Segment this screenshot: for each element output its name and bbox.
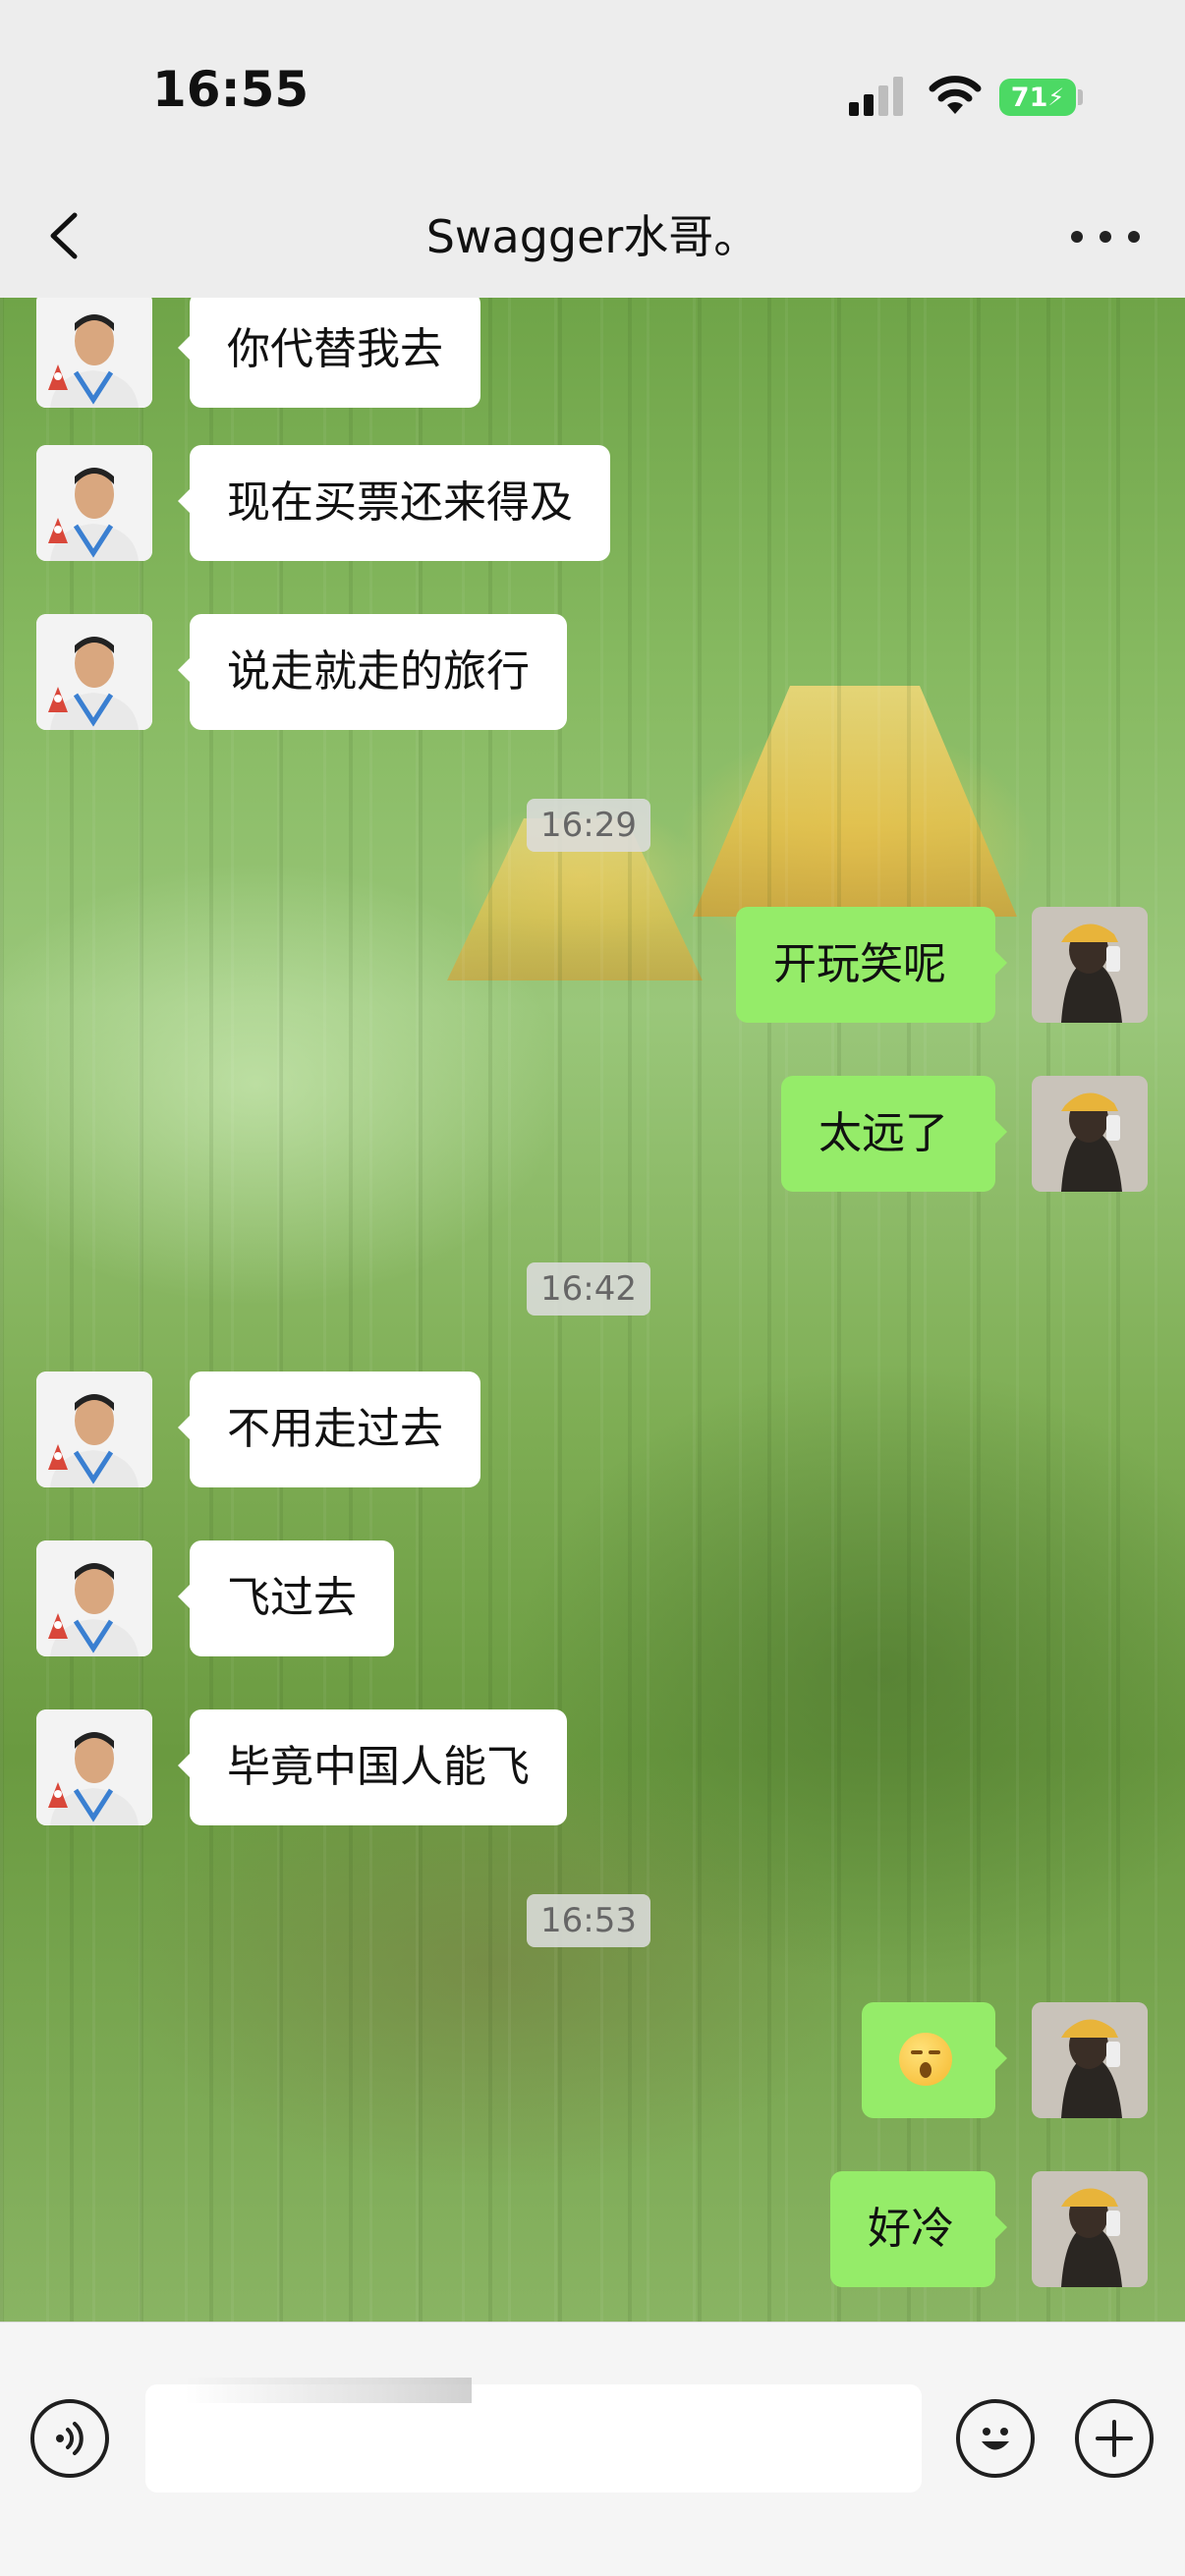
- avatar-image-icon: [1032, 2002, 1148, 2118]
- contact-message-bubble[interactable]: 现在买票还来得及: [178, 445, 610, 561]
- message-text: 你代替我去: [227, 324, 443, 374]
- contact-avatar[interactable]: [36, 614, 152, 730]
- more-functions-button[interactable]: [1075, 2399, 1154, 2478]
- chat-title: Swagger水哥。: [425, 210, 760, 263]
- chat-header: Swagger水哥。: [0, 172, 1185, 298]
- timestamp-label: 16:42: [527, 1262, 650, 1316]
- message-text: 现在买票还来得及: [227, 477, 573, 528]
- battery-indicator: 71 ⚡: [999, 79, 1076, 116]
- my-message-bubble[interactable]: 好冷: [830, 2171, 1007, 2287]
- voice-icon: [56, 2422, 84, 2455]
- input-placeholder-smudge: [185, 2378, 472, 2403]
- more-options-button[interactable]: [1071, 227, 1140, 247]
- message-text: 好冷: [868, 2204, 954, 2254]
- message-text: 毕竟中国人能飞: [227, 1742, 530, 1792]
- my-message-bubble[interactable]: 开玩笑呢: [736, 907, 1007, 1023]
- more-dot-icon: [1128, 231, 1140, 243]
- emoji-button[interactable]: [956, 2399, 1035, 2478]
- avatar-image-icon: [1032, 907, 1148, 1023]
- my-message-bubble[interactable]: [862, 2002, 1007, 2118]
- avatar-image-icon: [36, 1540, 152, 1656]
- contact-avatar[interactable]: [36, 445, 152, 561]
- battery-level: 71: [1010, 82, 1048, 113]
- message-text: 不用走过去: [227, 1404, 443, 1454]
- my-avatar[interactable]: [1032, 2171, 1148, 2287]
- message-text: 说走就走的旅行: [227, 646, 530, 697]
- contact-message-bubble[interactable]: 不用走过去: [178, 1372, 480, 1487]
- contact-avatar[interactable]: [36, 1372, 152, 1487]
- emoji-icon: [982, 2428, 1009, 2450]
- timestamp-label: 16:53: [527, 1894, 650, 1947]
- contact-message-bubble[interactable]: 毕竟中国人能飞: [178, 1709, 567, 1825]
- voice-input-button[interactable]: [30, 2399, 109, 2478]
- chat-message-list[interactable]: 你代替我去现在买票还来得及 说走就走的旅行 16:29 开玩笑呢太远了 16:42 不用走…: [0, 298, 1185, 2322]
- avatar-image-icon: [36, 1372, 152, 1487]
- my-avatar[interactable]: [1032, 907, 1148, 1023]
- wifi-icon: [929, 76, 982, 114]
- plus-icon: [1096, 2420, 1133, 2457]
- contact-avatar[interactable]: [36, 298, 152, 408]
- contact-message-bubble[interactable]: 你代替我去: [178, 298, 480, 408]
- message-text: 开玩笑呢: [773, 939, 946, 989]
- contact-message-bubble[interactable]: 说走就走的旅行: [178, 614, 567, 730]
- my-avatar[interactable]: [1032, 1076, 1148, 1192]
- more-dot-icon: [1100, 231, 1111, 243]
- status-bar: 16:55 71 ⚡: [0, 0, 1185, 172]
- timestamp-label: 16:29: [527, 799, 650, 852]
- my-avatar[interactable]: [1032, 2002, 1148, 2118]
- charging-bolt-icon: ⚡: [1047, 84, 1065, 111]
- my-message-bubble[interactable]: 太远了: [781, 1076, 1007, 1192]
- avatar-image-icon: [36, 298, 152, 408]
- input-bar: [0, 2322, 1185, 2576]
- status-time: 16:55: [152, 61, 310, 118]
- cellular-signal-icon: [849, 77, 903, 116]
- message-text: 太远了: [818, 1108, 948, 1158]
- message-text: 飞过去: [227, 1573, 357, 1623]
- contact-avatar[interactable]: [36, 1709, 152, 1825]
- contact-avatar[interactable]: [36, 1540, 152, 1656]
- more-dot-icon: [1071, 231, 1083, 243]
- avatar-image-icon: [1032, 2171, 1148, 2287]
- avatar-image-icon: [1032, 1076, 1148, 1192]
- emoji-shocked-icon: [899, 2033, 952, 2086]
- avatar-image-icon: [36, 445, 152, 561]
- contact-message-bubble[interactable]: 飞过去: [178, 1540, 394, 1656]
- battery-tip: [1078, 89, 1083, 105]
- avatar-image-icon: [36, 614, 152, 730]
- avatar-image-icon: [36, 1709, 152, 1825]
